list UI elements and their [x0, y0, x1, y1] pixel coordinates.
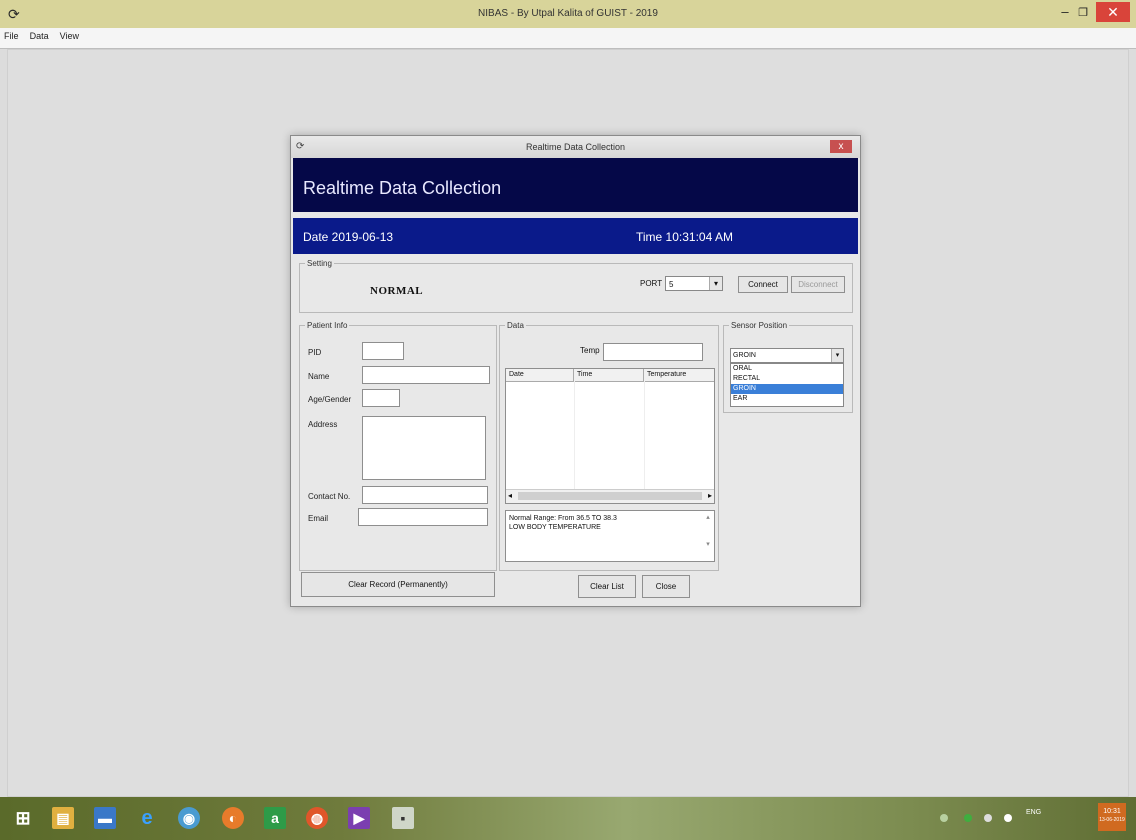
close-window-icon[interactable]: ✕ [1096, 2, 1130, 22]
column-temperature[interactable]: Temperature [644, 369, 714, 381]
close-button[interactable]: Close [642, 575, 690, 598]
sensor-option-ear[interactable]: EAR [731, 394, 843, 404]
chrome-icon[interactable]: ◉ [178, 807, 200, 829]
header-title: Realtime Data Collection [303, 178, 502, 198]
network-icon[interactable] [964, 814, 972, 822]
clear-list-button[interactable]: Clear List [578, 575, 636, 598]
status-message-text: LOW BODY TEMPERATURE [509, 524, 601, 531]
data-legend: Data [507, 321, 524, 330]
column-time[interactable]: Time [574, 369, 644, 381]
sensor-position-group: Sensor Position GROIN ▾ ORAL RECTAL GROI… [723, 321, 853, 413]
sensor-options-list: ORAL RECTAL GROIN EAR [730, 363, 844, 407]
pid-input[interactable] [362, 342, 404, 360]
visual-studio-icon[interactable]: ▶ [348, 807, 370, 829]
grid-divider [644, 381, 645, 489]
setting-legend: Setting [307, 259, 332, 268]
horizontal-scrollbar[interactable]: ◂ ▸ [506, 489, 714, 503]
clock-time: 10:31 [1103, 808, 1121, 815]
clock[interactable]: 10:31 13-06-2019 [1098, 803, 1126, 831]
dialog-titlebar[interactable]: ⟳ Realtime Data Collection x [291, 136, 860, 158]
internet-explorer-icon[interactable]: e [136, 807, 158, 829]
firefox-icon[interactable]: ◍ [306, 807, 328, 829]
volume-icon[interactable] [984, 814, 992, 822]
app-title: NIBAS - By Utpal Kalita of GUIST - 2019 [478, 8, 658, 19]
temp-label: Temp [580, 346, 600, 355]
port-label: PORT [640, 279, 663, 288]
chevron-down-icon[interactable]: ▾ [709, 277, 722, 290]
restore-icon[interactable]: ❐ [1074, 6, 1092, 20]
sensor-option-rectal[interactable]: RECTAL [731, 374, 843, 384]
menu-data[interactable]: Data [26, 28, 53, 44]
language-indicator[interactable]: ENG [1026, 809, 1041, 816]
datetime-bar: Date 2019-06-13 Time 10:31:04 AM [293, 218, 858, 254]
sensor-option-groin[interactable]: GROIN [731, 384, 843, 394]
name-label: Name [308, 372, 330, 381]
minimize-icon[interactable]: – [1056, 5, 1074, 20]
message-box[interactable]: Normal Range: From 36.5 TO 38.3 LOW BODY… [505, 510, 715, 562]
grid-divider [574, 381, 575, 489]
menu-file[interactable]: File [0, 28, 23, 44]
realtime-data-dialog: ⟳ Realtime Data Collection x Realtime Da… [290, 135, 861, 607]
temp-input[interactable] [603, 343, 703, 361]
normal-range-text: Normal Range: From 36.5 TO 38.3 [509, 515, 617, 522]
windows-start-icon[interactable]: ⊞ [12, 807, 34, 829]
dialog-title: Realtime Data Collection [525, 142, 626, 152]
dialog-close-icon[interactable]: x [830, 140, 852, 153]
data-group: Data Temp Date Time Temperature ◂ ▸ Norm… [499, 321, 719, 571]
email-label: Email [308, 514, 329, 523]
connect-button[interactable]: Connect [738, 276, 788, 293]
port-value: 5 [669, 280, 674, 289]
clock-date: 13-06-2019 [1099, 817, 1125, 823]
data-grid[interactable]: Date Time Temperature ◂ ▸ [505, 368, 715, 504]
tray-up-arrow-icon[interactable] [940, 814, 948, 822]
email-input[interactable] [358, 508, 488, 526]
taskbar: ⊞ ▤ ▬ e ◉ ◐ a ◍ ▶ ▪ ENG 10:31 13-06-2019 [0, 797, 1136, 840]
green-app-icon[interactable]: a [264, 807, 286, 829]
status-text: NORMAL [370, 285, 424, 297]
address-textarea[interactable] [362, 416, 486, 480]
disconnect-button[interactable]: Disconnect [791, 276, 845, 293]
sensor-legend: Sensor Position [731, 321, 788, 330]
column-date[interactable]: Date [506, 369, 574, 381]
contact-input[interactable] [362, 486, 488, 504]
pid-label: PID [308, 348, 322, 357]
sensor-select[interactable]: GROIN ▾ [730, 348, 844, 363]
name-input[interactable] [362, 366, 490, 384]
file-explorer-icon[interactable]: ▤ [52, 807, 74, 829]
current-date: Date 2019-06-13 [303, 230, 394, 244]
patient-info-legend: Patient Info [307, 321, 348, 330]
chevron-down-icon[interactable]: ▾ [831, 349, 843, 362]
app-icon[interactable]: ◐ [222, 807, 244, 829]
sensor-selected-value: GROIN [733, 352, 756, 359]
age-gender-label: Age/Gender [308, 395, 352, 404]
scroll-left-icon[interactable]: ◂ [508, 491, 512, 500]
vertical-scrollbar[interactable]: ▴ ▾ [704, 513, 712, 559]
scroll-right-icon[interactable]: ▸ [708, 491, 712, 500]
port-select[interactable]: 5 ▾ [665, 276, 723, 291]
menu-bar: File Data View [0, 28, 1136, 49]
menu-view[interactable]: View [56, 28, 83, 44]
address-label: Address [308, 420, 338, 429]
sensor-option-oral[interactable]: ORAL [731, 364, 843, 374]
app-titlebar: ⟳ NIBAS - By Utpal Kalita of GUIST - 201… [0, 0, 1136, 28]
contact-label: Contact No. [308, 492, 351, 501]
scrollbar-thumb[interactable] [518, 492, 702, 500]
current-time: Time 10:31:04 AM [636, 230, 733, 244]
setting-group: Setting NORMAL PORT 5 ▾ Connect Disconne… [299, 259, 853, 313]
clear-record-button[interactable]: Clear Record (Permanently) [301, 572, 495, 597]
header-banner: Realtime Data Collection [293, 158, 858, 212]
flag-icon[interactable] [1004, 814, 1012, 822]
grid-header: Date Time Temperature [506, 369, 714, 382]
patient-info-group: Patient Info PID Name Age/Gender Address… [299, 321, 497, 571]
desktop-icon[interactable]: ▬ [94, 807, 116, 829]
age-gender-input[interactable] [362, 389, 400, 407]
running-app-icon[interactable]: ▪ [392, 807, 414, 829]
